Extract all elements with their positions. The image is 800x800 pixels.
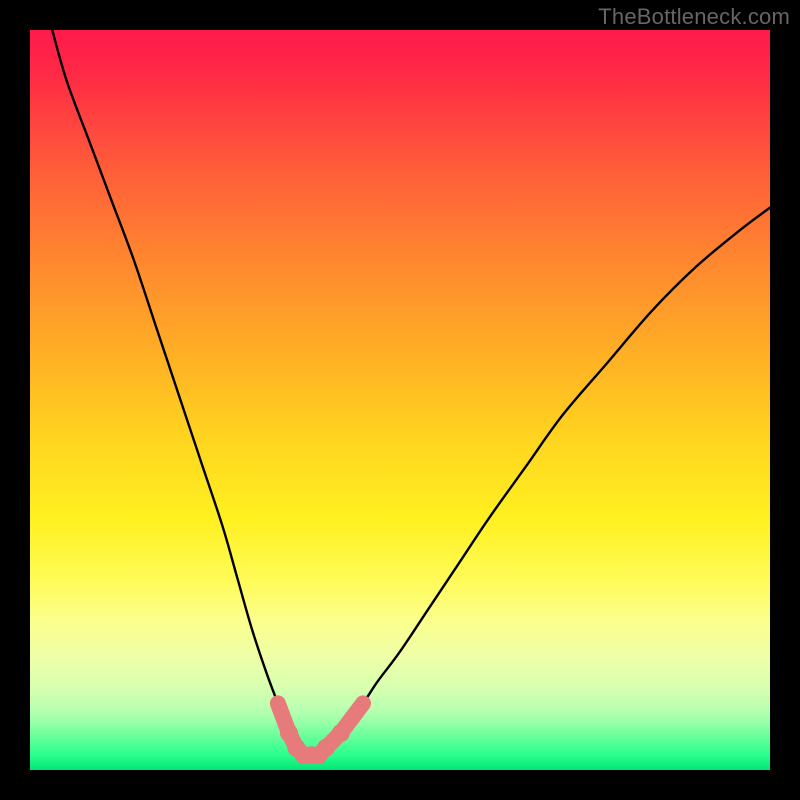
marker-dot — [317, 739, 335, 757]
curve-line — [52, 30, 770, 756]
chart-frame: TheBottleneck.com — [0, 0, 800, 800]
marker-dot — [271, 696, 285, 710]
bottleneck-curve — [52, 30, 770, 756]
watermark-text: TheBottleneck.com — [598, 4, 790, 30]
plot-background — [30, 30, 770, 770]
highlight-markers — [271, 696, 370, 764]
marker-dot — [332, 724, 350, 742]
plot-svg — [30, 30, 770, 770]
marker-dot — [356, 696, 370, 710]
